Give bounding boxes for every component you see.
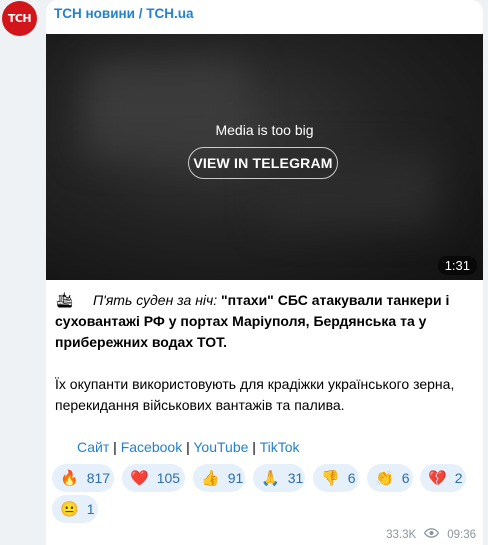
reaction-count: 91: [227, 470, 244, 486]
thumbs-down-icon: 👎: [321, 470, 340, 487]
link-separator: |: [248, 439, 260, 455]
message-meta: 33.3K 09:36: [386, 528, 476, 541]
link-separator: |: [109, 439, 121, 455]
reaction-count: 6: [401, 470, 410, 486]
fire-icon: 🔥: [60, 470, 79, 487]
reaction-count: 2: [454, 470, 463, 486]
channel-name[interactable]: ТСН новини / TCH.ua: [54, 6, 193, 21]
reaction-count: 1: [86, 501, 95, 517]
reaction-clap[interactable]: 👏 6: [367, 464, 413, 492]
reaction-broken-heart[interactable]: 💔 2: [420, 464, 466, 492]
video-preview[interactable]: Media is too big VIEW IN TELEGRAM 1:31: [46, 34, 483, 280]
view-count: 33.3K: [386, 528, 417, 541]
reaction-pray[interactable]: 🙏 31: [253, 464, 305, 492]
reaction-count: 6: [347, 470, 356, 486]
pray-icon: 🙏: [261, 470, 280, 487]
italic-lead: П'ять суден за ніч:: [93, 292, 218, 308]
reaction-neutral-face[interactable]: 😐 1: [52, 495, 98, 523]
link-facebook[interactable]: Facebook: [121, 439, 182, 455]
video-duration: 1:31: [437, 256, 477, 275]
eye-icon: [424, 528, 440, 541]
reaction-count: 817: [86, 470, 111, 486]
message-time: 09:36: [447, 528, 476, 541]
channel-avatar[interactable]: ТСН: [2, 1, 37, 36]
broken-heart-icon: 💔: [428, 470, 447, 487]
neutral-face-icon: 😐: [60, 501, 79, 518]
media-too-big-label: Media is too big: [215, 122, 314, 138]
paragraph-1: 🛳 П'ять суден за ніч: "птахи" СБС атакува…: [55, 290, 475, 353]
thumbs-up-icon: 👍: [201, 470, 220, 487]
reaction-count: 31: [287, 470, 304, 486]
message-bubble: ТСН новини / TCH.ua Media is too big VIE…: [46, 0, 483, 545]
clap-icon: 👏: [375, 470, 394, 487]
link-separator: |: [182, 439, 194, 455]
reaction-thumbs-up[interactable]: 👍 91: [193, 464, 245, 492]
media-blur: [86, 64, 246, 154]
link-tiktok[interactable]: TikTok: [260, 439, 300, 455]
heart-icon: ❤️: [130, 470, 149, 487]
reaction-heart[interactable]: ❤️ 105: [122, 464, 185, 492]
reaction-thumbs-down[interactable]: 👎 6: [313, 464, 359, 492]
link-youtube[interactable]: YouTube: [193, 439, 248, 455]
message-text: 🛳 П'ять суден за ніч: "птахи" СБС атакува…: [55, 290, 475, 458]
reaction-count: 105: [156, 470, 181, 486]
view-in-telegram-button[interactable]: VIEW IN TELEGRAM: [188, 147, 338, 179]
links-row: Сайт | Facebook | YouTube | TikTok: [55, 437, 475, 458]
paragraph-2: Їх окупанти використовують для крадіжки …: [55, 376, 455, 413]
reaction-fire[interactable]: 🔥 817: [52, 464, 114, 492]
link-site[interactable]: Сайт: [77, 439, 109, 455]
ship-icon: 🛳: [55, 292, 75, 309]
